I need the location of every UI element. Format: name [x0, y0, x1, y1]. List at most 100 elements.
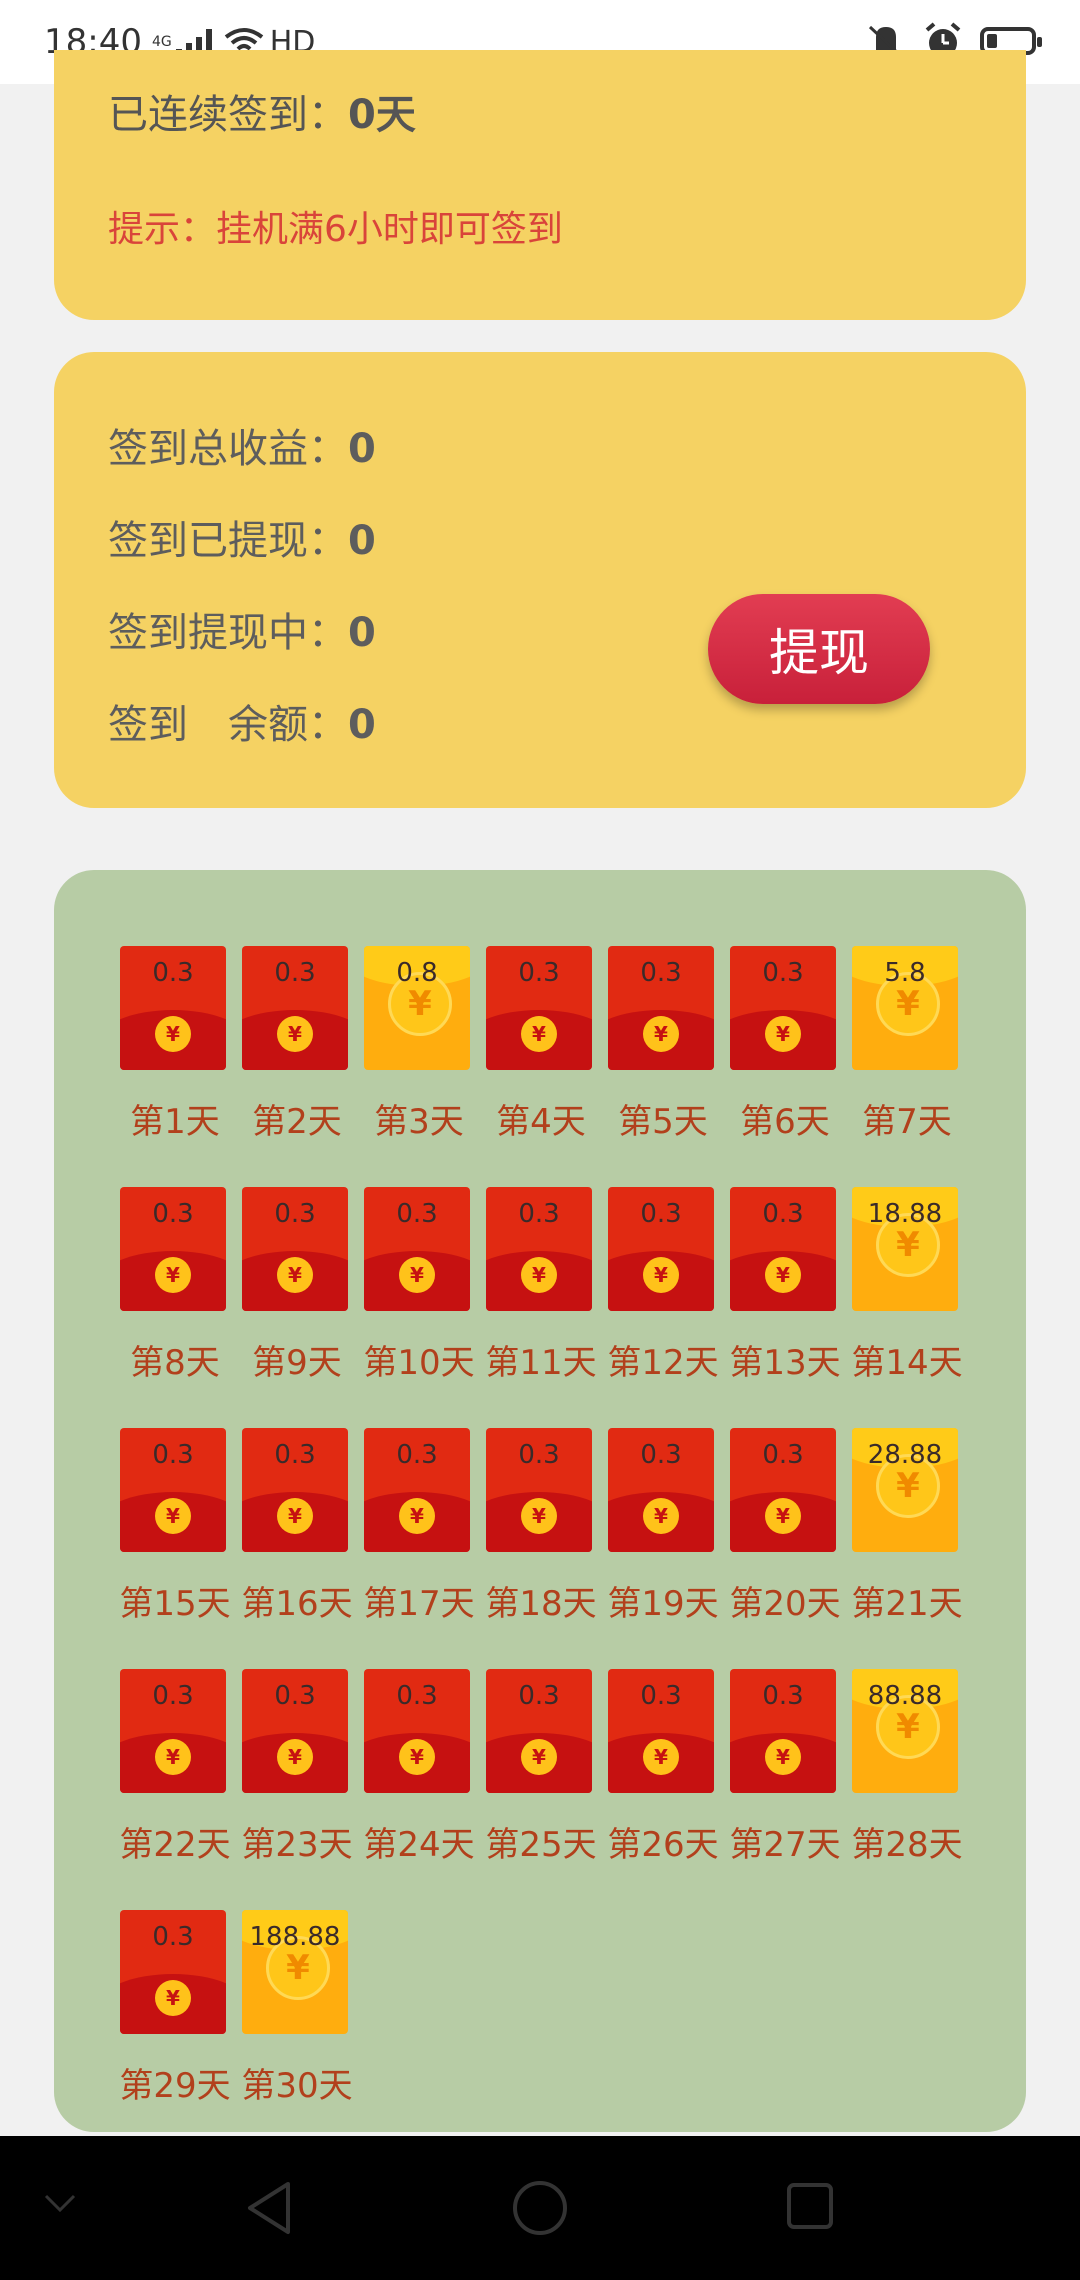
streak-text: 已连续签到：0天 — [108, 82, 416, 140]
red-packet: 0.3 ¥ — [364, 1187, 470, 1311]
day-label: 第20天 — [729, 1584, 841, 1624]
gold-red-packet: 188.88 ¥ — [242, 1910, 348, 2034]
red-packet: 0.3 ¥ — [120, 946, 226, 1070]
gold-red-packet: 5.8 ¥ — [852, 946, 958, 1070]
red-packet: 0.3 ¥ — [120, 1187, 226, 1311]
yuan-coin-icon: ¥ — [155, 1498, 191, 1534]
day-cell[interactable]: 0.3 ¥ 第5天 — [602, 946, 724, 1146]
day-cell[interactable]: 0.3 ¥ 第15天 — [114, 1428, 236, 1628]
day-label: 第17天 — [363, 1584, 475, 1624]
yuan-coin-icon: ¥ — [277, 1739, 313, 1775]
day-cell[interactable]: 5.8 ¥ 第7天 — [846, 946, 968, 1146]
day-cell[interactable]: 0.3 ¥ 第9天 — [236, 1187, 358, 1387]
day-cell[interactable]: 0.3 ¥ 第10天 — [358, 1187, 480, 1387]
day-label: 第10天 — [363, 1343, 475, 1383]
network-type: 4G — [151, 34, 172, 50]
day-cell[interactable]: 0.3 ¥ 第17天 — [358, 1428, 480, 1628]
day-cell[interactable]: 88.88 ¥ 第28天 — [846, 1669, 968, 1869]
yuan-coin-icon: ¥ — [155, 1016, 191, 1052]
packet-amount: 18.88 — [867, 1199, 943, 1229]
withdraw-button[interactable]: 提现 — [708, 594, 930, 704]
yuan-coin-icon: ¥ — [643, 1016, 679, 1052]
packet-amount: 5.8 — [884, 958, 926, 988]
packet-amount: 0.3 — [640, 958, 682, 988]
day-cell[interactable]: 0.3 ¥ 第13天 — [724, 1187, 846, 1387]
yuan-coin-icon: ¥ — [521, 1016, 557, 1052]
day-cell[interactable]: 0.8 ¥ 第3天 — [358, 946, 480, 1146]
day-label: 第6天 — [740, 1102, 830, 1142]
red-packet: 0.3 ¥ — [608, 1428, 714, 1552]
day-label: 第5天 — [618, 1102, 708, 1142]
chevron-down-icon[interactable] — [42, 2192, 78, 2216]
red-packet: 0.3 ¥ — [486, 946, 592, 1070]
packet-amount: 0.3 — [152, 1440, 194, 1470]
day-cell[interactable]: 0.3 ¥ 第24天 — [358, 1669, 480, 1869]
day-label: 第29天 — [119, 2066, 231, 2106]
day-cell[interactable]: 0.3 ¥ 第26天 — [602, 1669, 724, 1869]
yuan-coin-icon: ¥ — [521, 1739, 557, 1775]
day-cell[interactable]: 0.3 ¥ 第27天 — [724, 1669, 846, 1869]
day-label: 第26天 — [607, 1825, 719, 1865]
packet-amount: 0.3 — [518, 1681, 560, 1711]
day-cell[interactable]: 28.88 ¥ 第21天 — [846, 1428, 968, 1628]
day-cell[interactable]: 0.3 ¥ 第29天 — [114, 1910, 236, 2110]
day-label: 第1天 — [130, 1102, 220, 1142]
day-label: 第16天 — [241, 1584, 353, 1624]
day-cell[interactable]: 0.3 ¥ 第2天 — [236, 946, 358, 1146]
packet-amount: 0.3 — [396, 1440, 438, 1470]
day-cell[interactable]: 0.3 ¥ 第6天 — [724, 946, 846, 1146]
balance-label: 签到 余额： — [108, 702, 348, 748]
checkin-tip: 提示：挂机满6小时即可签到 — [108, 209, 563, 250]
red-packet: 0.3 ¥ — [364, 1669, 470, 1793]
day-cell[interactable]: 0.3 ¥ 第8天 — [114, 1187, 236, 1387]
day-cell[interactable]: 0.3 ¥ 第23天 — [236, 1669, 358, 1869]
day-label: 第25天 — [485, 1825, 597, 1865]
day-cell[interactable]: 0.3 ¥ 第11天 — [480, 1187, 602, 1387]
yuan-coin-icon: ¥ — [521, 1257, 557, 1293]
packet-amount: 0.3 — [762, 1681, 804, 1711]
pending-value: 0 — [348, 610, 376, 656]
red-packet: 0.3 ¥ — [120, 1669, 226, 1793]
streak-label: 已连续签到： — [108, 92, 348, 138]
yuan-coin-icon: ¥ — [643, 1498, 679, 1534]
total-earnings: 签到总收益：0 — [108, 416, 376, 474]
gold-red-packet: 0.8 ¥ — [364, 946, 470, 1070]
yuan-coin-icon: ¥ — [155, 1980, 191, 2016]
checkin-calendar: 0.3 ¥ 第1天 0.3 ¥ 第2天 0.8 ¥ 第3天 0.3 ¥ 第4天 0.3 ¥ 第5天 0.3 ¥ 第… — [54, 870, 1026, 2132]
red-packet: 0.3 ¥ — [486, 1187, 592, 1311]
day-cell[interactable]: 0.3 ¥ 第20天 — [724, 1428, 846, 1628]
back-icon[interactable] — [244, 2180, 294, 2236]
red-packet: 0.3 ¥ — [730, 946, 836, 1070]
red-packet: 0.3 ¥ — [120, 1428, 226, 1552]
day-label: 第15天 — [119, 1584, 231, 1624]
packet-amount: 0.3 — [762, 1199, 804, 1229]
yuan-coin-icon: ¥ — [643, 1257, 679, 1293]
day-cell[interactable]: 0.3 ¥ 第16天 — [236, 1428, 358, 1628]
day-cell[interactable]: 0.3 ¥ 第25天 — [480, 1669, 602, 1869]
day-cell[interactable]: 18.88 ¥ 第14天 — [846, 1187, 968, 1387]
packet-amount: 0.3 — [640, 1440, 682, 1470]
day-cell[interactable]: 0.3 ¥ 第1天 — [114, 946, 236, 1146]
packet-amount: 0.3 — [396, 1681, 438, 1711]
packet-amount: 0.3 — [274, 1440, 316, 1470]
day-label: 第19天 — [607, 1584, 719, 1624]
yuan-coin-icon: ¥ — [643, 1739, 679, 1775]
total-earnings-label: 签到总收益： — [108, 426, 348, 472]
day-label: 第11天 — [485, 1343, 597, 1383]
day-cell[interactable]: 0.3 ¥ 第22天 — [114, 1669, 236, 1869]
packet-amount: 28.88 — [867, 1440, 943, 1470]
day-label: 第3天 — [374, 1102, 464, 1142]
recent-apps-icon[interactable] — [786, 2182, 834, 2230]
yuan-coin-icon: ¥ — [765, 1016, 801, 1052]
home-icon[interactable] — [512, 2180, 568, 2236]
packet-amount: 0.3 — [762, 958, 804, 988]
red-packet: 0.3 ¥ — [242, 1669, 348, 1793]
packet-amount: 0.3 — [274, 1199, 316, 1229]
day-cell[interactable]: 0.3 ¥ 第4天 — [480, 946, 602, 1146]
day-cell[interactable]: 0.3 ¥ 第18天 — [480, 1428, 602, 1628]
packet-amount: 0.3 — [152, 1922, 194, 1952]
day-cell[interactable]: 188.88 ¥ 第30天 — [236, 1910, 358, 2110]
day-cell[interactable]: 0.3 ¥ 第19天 — [602, 1428, 724, 1628]
day-cell[interactable]: 0.3 ¥ 第12天 — [602, 1187, 724, 1387]
gold-red-packet: 28.88 ¥ — [852, 1428, 958, 1552]
